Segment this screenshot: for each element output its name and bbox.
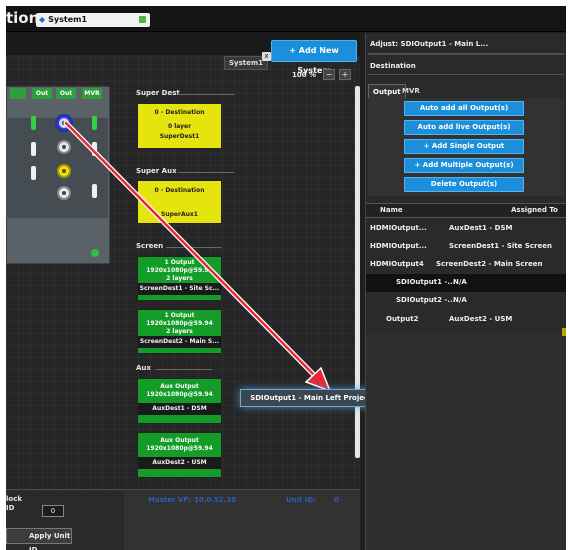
row-assigned: N/A xyxy=(453,278,467,286)
row-name: Output2 xyxy=(386,315,419,323)
tab-mvr[interactable]: MVR xyxy=(398,84,424,98)
column-name[interactable]: Name xyxy=(380,206,403,214)
row-name: HDMIOutput... xyxy=(370,242,427,250)
auto-add-all-outputs-button[interactable]: Auto add all Output(s) xyxy=(404,101,524,116)
master-vp-label: Master VP: xyxy=(148,496,192,504)
resize-handle-icon[interactable] xyxy=(562,328,566,336)
row-assigned: ScreenDest2 - Main Screen xyxy=(436,260,543,268)
column-assigned-to[interactable]: Assigned To xyxy=(511,206,558,214)
divider xyxy=(368,53,564,55)
row-name: HDMIOutput... xyxy=(370,224,427,232)
row-name: HDMIOutput4 xyxy=(370,260,424,268)
unit-id-input[interactable]: 0 xyxy=(42,505,64,517)
row-name: SDIOutput2 -... xyxy=(396,296,456,304)
add-single-output-button[interactable]: + Add Single Output xyxy=(404,139,524,154)
table-row[interactable]: Output2 AuxDest2 - USM xyxy=(366,311,566,329)
unit-id-status-label: Unit ID: xyxy=(286,496,317,504)
row-assigned: N/A xyxy=(453,296,467,304)
table-row[interactable]: HDMIOutput4 ScreenDest2 - Main Screen xyxy=(366,256,566,274)
delete-outputs-button[interactable]: Delete Output(s) xyxy=(404,177,524,192)
table-row-selected[interactable]: SDIOutput1 -... N/A xyxy=(366,274,566,292)
table-row[interactable]: HDMIOutput... ScreenDest1 - Site Screen xyxy=(366,238,566,256)
table-row[interactable]: HDMIOutput... AuxDest1 - DSM xyxy=(366,220,566,238)
table-empty-area xyxy=(366,333,566,550)
adjust-panel-title: Adjust: SDIOutput1 - Main L... xyxy=(370,40,489,48)
unit-id-status-value: 0 xyxy=(334,496,339,504)
tab-destination[interactable]: Destination xyxy=(370,62,416,70)
divider xyxy=(368,74,564,75)
auto-add-live-outputs-button[interactable]: Auto add live Output(s) xyxy=(404,120,524,135)
row-assigned: AuxDest1 - DSM xyxy=(449,224,513,232)
row-assigned: ScreenDest1 - Site Screen xyxy=(449,242,552,250)
unit-id-label: lock xyxy=(6,495,23,503)
master-vp-ip: 10.0.52.38 xyxy=(194,496,237,504)
row-name: SDIOutput1 -... xyxy=(396,278,456,286)
apply-unit-id-button[interactable]: Apply Unit ID xyxy=(6,528,72,550)
add-multiple-outputs-button[interactable]: + Add Multiple Output(s) xyxy=(404,158,524,173)
table-row[interactable]: SDIOutput2 -... N/A xyxy=(366,292,566,310)
unit-id-label: ID xyxy=(6,504,15,512)
app-window: tion ◆ System1 + Add New System System1 x… xyxy=(6,6,566,550)
row-assigned: AuxDest2 - USM xyxy=(449,315,513,323)
